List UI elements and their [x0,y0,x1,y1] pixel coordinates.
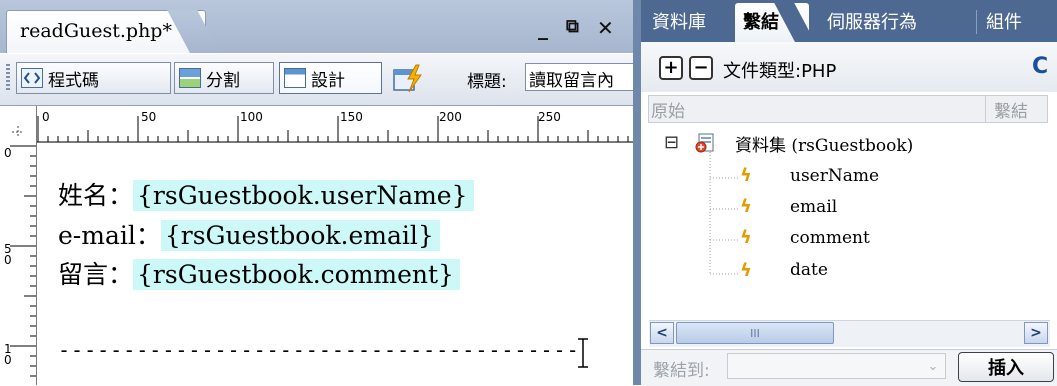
lightning-icon: ϟ [740,165,752,186]
code-view-label: 程式碼 [48,70,99,91]
code-view-button[interactable]: 程式碼 [16,62,171,94]
column-source[interactable]: 原始 [651,97,685,122]
lightning-icon: ϟ [740,196,752,217]
content-row-email[interactable]: e-mail： {rsGuestbook.email} [58,216,440,252]
field-comment[interactable]: comment [790,228,870,248]
scroll-thumb[interactable]: III [676,322,834,344]
bound-field-comment[interactable]: {rsGuestbook.comment} [133,259,460,290]
minimize-button[interactable]: _ [538,16,548,40]
tab-server-behaviors[interactable]: 伺服器行為 [827,8,917,34]
close-button[interactable]: ✕ [597,16,614,40]
panel-divider[interactable] [633,0,641,385]
collapse-icon[interactable]: ⊟ [664,132,679,153]
recordset-node[interactable]: 資料集 (rsGuestbook) [735,131,913,156]
bound-field-username[interactable]: {rsGuestbook.userName} [133,180,474,211]
ruler-mark-100: 100 [240,110,263,124]
bound-field-email[interactable]: {rsGuestbook.email} [160,220,440,251]
title-input[interactable]: 讀取留言內 [525,63,640,91]
field-label: e-mail： [58,221,161,250]
refresh-icon[interactable]: C [1032,54,1048,79]
grip-icon: III [750,326,760,340]
ruler-mark-250: 250 [538,110,561,124]
bind-to-select[interactable] [727,353,946,379]
split-view-label: 分割 [206,70,240,91]
scroll-right-button[interactable]: > [1024,322,1048,344]
vruler-mark-50: 5 0 [4,242,12,267]
ruler-origin[interactable] [0,106,37,142]
ruler-mark-0: 0 [42,110,50,124]
design-view-button[interactable]: 設計 [279,62,382,94]
field-username[interactable]: userName [790,166,879,186]
tab-bindings[interactable]: 繫結 [743,8,779,34]
minus-icon: − [693,57,709,78]
title-label: 標題: [467,72,507,92]
plus-icon: + [663,57,679,78]
text-cursor-icon [577,338,589,368]
bindings-column-header [648,95,1048,123]
scroll-left-icon: < [656,325,668,341]
document-tab-title[interactable]: readGuest.php* [20,20,172,42]
bind-to-label: 繫結到: [653,361,710,381]
tab-databases[interactable]: 資料庫 [652,8,706,34]
design-view-icon [284,68,306,88]
insert-button[interactable]: 插入 [958,352,1054,382]
add-binding-button[interactable]: + [659,56,683,80]
lightning-icon: ϟ [740,260,752,281]
field-email[interactable]: email [790,197,837,217]
scroll-right-icon: > [1030,325,1042,341]
vruler-mark-0: 0 [4,146,12,160]
recordset-icon [694,132,716,154]
remove-binding-button[interactable]: − [689,56,713,80]
ruler-mark-150: 150 [340,110,363,124]
scroll-left-button[interactable]: < [650,322,674,344]
chevron-down-icon[interactable]: ⌄ [922,355,944,377]
code-icon [21,68,43,88]
design-view-label: 設計 [311,70,345,91]
document-type: 文件類型:PHP [723,61,837,82]
column-separator[interactable] [985,95,986,123]
column-binding[interactable]: 繫結 [994,97,1028,122]
ruler-mark-200: 200 [439,110,462,124]
restore-button[interactable]: ⧉ [566,16,579,37]
split-view-icon [179,68,201,88]
tab-separator [976,10,977,34]
separator-line: ---------------------------------------- [58,338,580,362]
lightning-icon: ϟ [740,227,752,248]
ruler-mark-50: 50 [141,110,157,124]
content-row-name[interactable]: 姓名： {rsGuestbook.userName} [58,176,474,212]
vruler-mark-100: 1 0 [4,342,12,367]
field-date[interactable]: date [790,260,828,280]
split-view-button[interactable]: 分割 [174,62,274,94]
live-data-icon[interactable] [392,64,424,94]
content-row-comment[interactable]: 留言： {rsGuestbook.comment} [58,255,460,291]
toolbar-grip[interactable] [6,64,10,92]
field-label: 姓名： [58,181,134,210]
tab-components[interactable]: 組件 [986,8,1022,34]
field-label: 留言： [58,260,134,289]
